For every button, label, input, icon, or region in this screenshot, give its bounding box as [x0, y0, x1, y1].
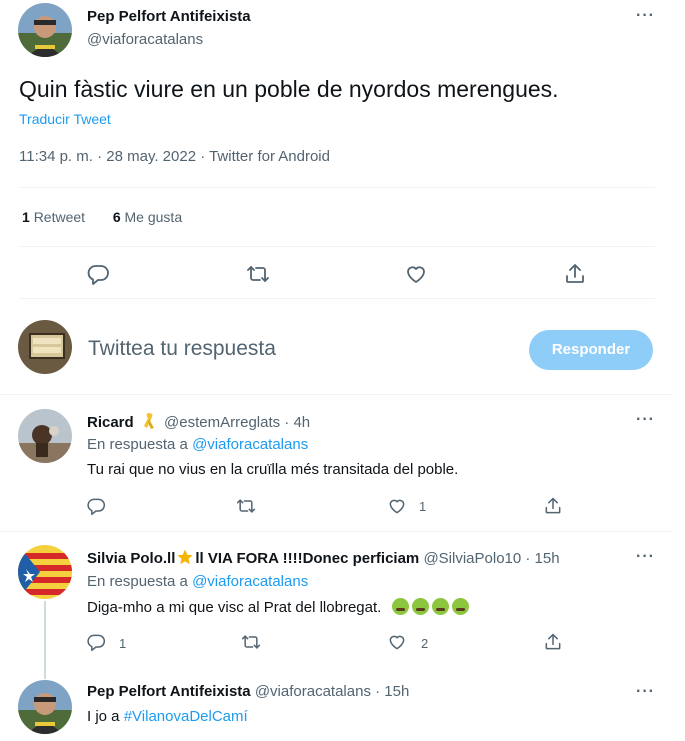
reply-author-name[interactable]: Silvia Polo.ll ll VIA FORA !!!!Donec perf…: [87, 548, 419, 570]
like-icon[interactable]: [387, 632, 407, 652]
more-options-icon[interactable]: ···: [636, 549, 655, 565]
reply-author-handle[interactable]: @SilviaPolo10 · 15h: [423, 550, 559, 567]
more-options-icon[interactable]: ···: [636, 684, 655, 700]
reply-input[interactable]: Twittea tu respuesta: [88, 337, 276, 361]
replying-to-link[interactable]: @viaforacatalans: [192, 436, 308, 453]
translate-tweet-link[interactable]: Traducir Tweet: [19, 111, 111, 127]
reply-author-name[interactable]: Ricard: [87, 414, 134, 431]
divider: [19, 187, 655, 188]
tweet-text: Quin fàstic viure en un poble de nyordos…: [19, 76, 559, 102]
likes-stat[interactable]: 6 Me gusta: [113, 209, 182, 225]
reply-avatar[interactable]: [18, 545, 72, 599]
reply-text: I jo a #VilanovaDelCamí: [87, 708, 248, 725]
reply-count: 1: [119, 636, 127, 651]
retweet-icon[interactable]: [240, 632, 262, 652]
more-options-icon[interactable]: ···: [636, 8, 655, 24]
reply-avatar[interactable]: [18, 409, 72, 463]
author-name[interactable]: Pep Pelfort Antifeixista: [87, 8, 251, 25]
reply-text: Tu rai que no vius en la cruïlla més tra…: [87, 461, 459, 478]
retweet-icon[interactable]: [235, 496, 257, 516]
star-icon: [176, 548, 194, 570]
hashtag-link[interactable]: #VilanovaDelCamí: [124, 708, 248, 725]
divider: [19, 298, 655, 299]
thread-line: [44, 601, 46, 679]
reply-header: Pep Pelfort Antifeixista @viaforacatalan…: [87, 683, 409, 700]
tweet-stats: 1 Retweet 6 Me gusta: [22, 209, 182, 225]
share-icon[interactable]: [563, 262, 587, 286]
like-count: 2: [421, 636, 429, 651]
divider: [19, 246, 655, 247]
author-handle[interactable]: @viaforacatalans: [87, 31, 203, 48]
divider: [0, 531, 672, 532]
more-options-icon[interactable]: ···: [636, 412, 655, 428]
like-icon[interactable]: [387, 496, 407, 516]
reply-text: Diga-mho a mi que visc al Prat del llobr…: [87, 598, 470, 616]
retweets-stat[interactable]: 1 Retweet: [22, 209, 85, 225]
reply-icon[interactable]: [86, 496, 106, 516]
reply-button[interactable]: Responder: [529, 330, 653, 370]
reply-author-handle[interactable]: @estemArreglats · 4h: [164, 414, 310, 431]
reply-icon[interactable]: [86, 262, 110, 286]
replying-to: En respuesta a @viaforacatalans: [87, 436, 309, 453]
reply-header: Ricard @estemArreglats · 4h: [87, 411, 310, 433]
reply-icon[interactable]: [86, 632, 106, 652]
user-avatar[interactable]: [18, 320, 72, 374]
retweet-icon[interactable]: [245, 262, 271, 286]
reply-header: Silvia Polo.ll ll VIA FORA !!!!Donec perf…: [87, 548, 560, 570]
share-icon[interactable]: [543, 496, 563, 516]
like-count: 1: [419, 499, 427, 514]
reply-author-name[interactable]: Pep Pelfort Antifeixista: [87, 683, 251, 700]
author-avatar[interactable]: [18, 3, 72, 57]
replying-to: En respuesta a @viaforacatalans: [87, 573, 309, 590]
tweet-meta[interactable]: 11:34 p. m. · 28 may. 2022 · Twitter for…: [19, 148, 330, 165]
yellow-ribbon-icon: [142, 411, 156, 433]
share-icon[interactable]: [543, 632, 563, 652]
divider: [0, 394, 672, 395]
nauseated-face-emoji-icon: [389, 598, 470, 616]
like-icon[interactable]: [404, 262, 428, 286]
replying-to-link[interactable]: @viaforacatalans: [192, 573, 308, 590]
reply-author-handle[interactable]: @viaforacatalans · 15h: [255, 683, 409, 700]
reply-avatar[interactable]: [18, 680, 72, 734]
